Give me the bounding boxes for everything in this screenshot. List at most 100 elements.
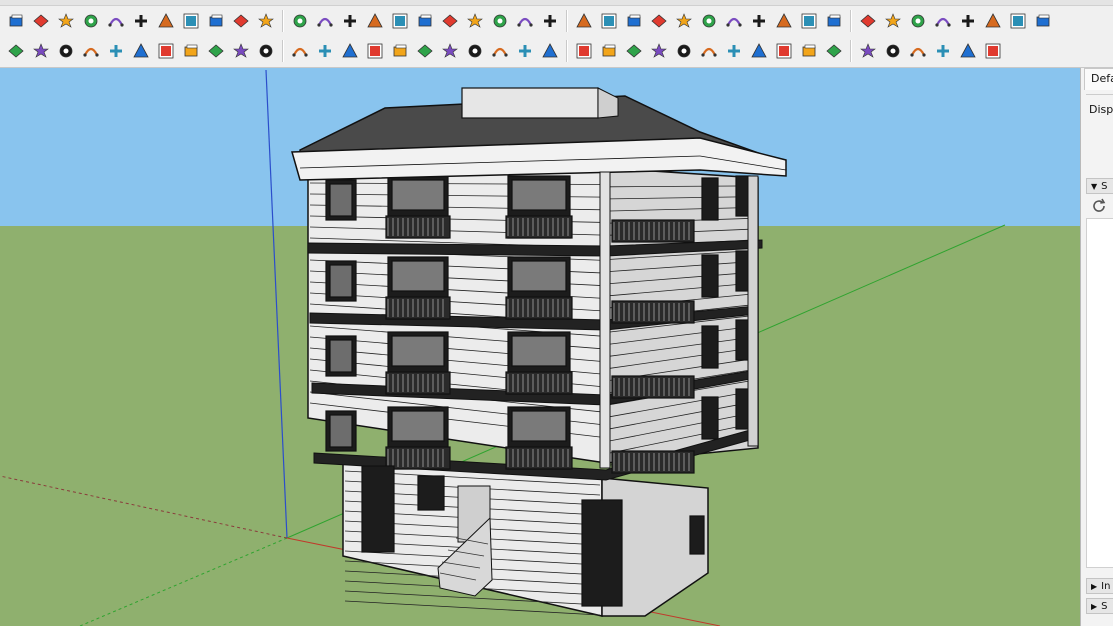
spring-button[interactable] bbox=[747, 39, 771, 63]
sandbox-from-scratch-icon bbox=[58, 13, 74, 28]
paint-bucket-button[interactable] bbox=[4, 9, 28, 33]
tree-icon bbox=[110, 45, 122, 57]
tray-tab[interactable]: Defa bbox=[1084, 68, 1113, 90]
cloud-upload-button[interactable] bbox=[179, 39, 203, 63]
stack-button[interactable] bbox=[54, 39, 78, 63]
cylinder-icon bbox=[728, 45, 740, 57]
arc-button[interactable] bbox=[313, 9, 337, 33]
lines-button[interactable] bbox=[856, 39, 880, 63]
sandbox-from-scratch-button[interactable] bbox=[54, 9, 78, 33]
solid-split-button[interactable] bbox=[772, 9, 796, 33]
smoove-button[interactable] bbox=[79, 9, 103, 33]
shell-button[interactable] bbox=[931, 39, 955, 63]
box-tool-button[interactable] bbox=[463, 39, 487, 63]
layers-button[interactable] bbox=[1006, 9, 1030, 33]
flag-button[interactable] bbox=[229, 9, 253, 33]
angle-button[interactable] bbox=[797, 39, 821, 63]
arc-tool-button[interactable] bbox=[313, 39, 337, 63]
box-button[interactable] bbox=[204, 9, 228, 33]
tray-panel-styles[interactable]: ▼ S bbox=[1086, 178, 1113, 194]
cylinder-button[interactable] bbox=[722, 39, 746, 63]
curve-2-button[interactable] bbox=[956, 9, 980, 33]
curve-button[interactable] bbox=[338, 9, 362, 33]
bezier-button[interactable] bbox=[647, 39, 671, 63]
fillet-button[interactable] bbox=[513, 39, 537, 63]
stamp-button[interactable] bbox=[104, 9, 128, 33]
arrows-button[interactable] bbox=[881, 39, 905, 63]
knife-button[interactable] bbox=[413, 39, 437, 63]
rotate-button[interactable] bbox=[513, 9, 537, 33]
mail-button[interactable] bbox=[229, 39, 253, 63]
refresh-button[interactable] bbox=[29, 39, 53, 63]
add-location-button[interactable] bbox=[79, 39, 103, 63]
grid-button[interactable] bbox=[822, 9, 846, 33]
tape-measure-button[interactable] bbox=[288, 9, 312, 33]
line-tool-button[interactable] bbox=[622, 39, 646, 63]
tray-panel-instructor[interactable]: ▶ In bbox=[1086, 578, 1113, 594]
paint-tool-button[interactable] bbox=[338, 39, 362, 63]
info-button[interactable] bbox=[254, 39, 278, 63]
model-scene[interactable] bbox=[0, 68, 1080, 626]
angle-icon bbox=[802, 44, 816, 57]
rectangle-button[interactable] bbox=[179, 9, 203, 33]
undo-button[interactable] bbox=[647, 9, 671, 33]
move-button[interactable] bbox=[388, 9, 412, 33]
chamfer-button[interactable] bbox=[538, 39, 562, 63]
bucket-button[interactable] bbox=[622, 9, 646, 33]
loft-button[interactable] bbox=[488, 39, 512, 63]
move-points-button[interactable] bbox=[931, 9, 955, 33]
toolbar-row-1 bbox=[0, 7, 1055, 35]
tray-panel-scenes[interactable]: ▶ S bbox=[1086, 598, 1113, 614]
box-tool-icon bbox=[468, 44, 482, 58]
rotate-copy-button[interactable] bbox=[538, 9, 562, 33]
component-button[interactable] bbox=[797, 9, 821, 33]
sweep-button[interactable] bbox=[981, 39, 1005, 63]
extension-warehouse-button[interactable] bbox=[4, 39, 28, 63]
solid-trim-button[interactable] bbox=[747, 9, 771, 33]
drape-button[interactable] bbox=[129, 9, 153, 33]
terrain-icon bbox=[133, 43, 149, 58]
fold-button[interactable] bbox=[956, 39, 980, 63]
follow-me-button[interactable] bbox=[154, 9, 178, 33]
stairs-button[interactable] bbox=[672, 39, 696, 63]
window-glass bbox=[511, 260, 567, 292]
push-pull-button[interactable] bbox=[254, 9, 278, 33]
hatch-button[interactable] bbox=[856, 9, 880, 33]
scenes-button[interactable] bbox=[1031, 9, 1055, 33]
add-icon bbox=[367, 13, 383, 28]
orbit-button[interactable] bbox=[572, 9, 596, 33]
curve-tool-button[interactable] bbox=[288, 39, 312, 63]
railing-button[interactable] bbox=[697, 39, 721, 63]
stripes-button[interactable] bbox=[822, 39, 846, 63]
settings-button[interactable] bbox=[204, 39, 228, 63]
refresh-icon[interactable] bbox=[1091, 198, 1107, 214]
tree-button[interactable] bbox=[104, 39, 128, 63]
sandbox-from-contours-button[interactable] bbox=[29, 9, 53, 33]
warning-button[interactable] bbox=[488, 9, 512, 33]
layout-button[interactable] bbox=[981, 9, 1005, 33]
solid-union-button[interactable] bbox=[672, 9, 696, 33]
curve-3-button[interactable] bbox=[597, 39, 621, 63]
solid-subtract-button[interactable] bbox=[722, 9, 746, 33]
tile-button[interactable] bbox=[881, 9, 905, 33]
extend-button[interactable] bbox=[572, 39, 596, 63]
pan-icon bbox=[601, 13, 617, 29]
solid-intersect-button[interactable] bbox=[697, 9, 721, 33]
pan-button[interactable] bbox=[597, 9, 621, 33]
tile-2-button[interactable] bbox=[906, 9, 930, 33]
scale-button[interactable] bbox=[413, 9, 437, 33]
glove-button[interactable] bbox=[772, 39, 796, 63]
default-tray: Defa Displa ▼ S ▶ In ▶ S bbox=[1080, 68, 1113, 626]
circle-tool-button[interactable] bbox=[388, 39, 412, 63]
add-button[interactable] bbox=[363, 9, 387, 33]
side-window bbox=[701, 177, 719, 221]
orbit-icon bbox=[576, 13, 592, 28]
bend-button[interactable] bbox=[438, 39, 462, 63]
drag-button[interactable] bbox=[906, 39, 930, 63]
pyramid-button[interactable] bbox=[463, 9, 487, 33]
scissors-button[interactable] bbox=[363, 39, 387, 63]
terrain-button[interactable] bbox=[129, 39, 153, 63]
3d-viewport[interactable] bbox=[0, 68, 1080, 626]
checker-button[interactable] bbox=[154, 39, 178, 63]
cone-button[interactable] bbox=[438, 9, 462, 33]
